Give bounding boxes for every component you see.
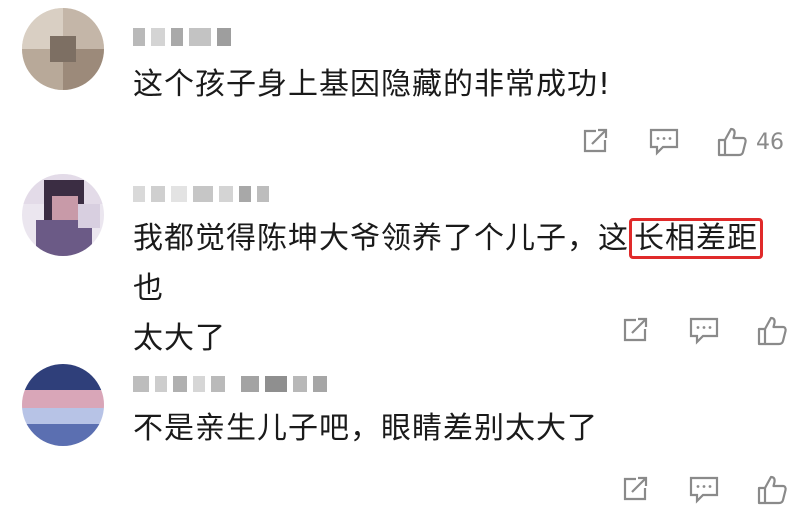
highlighted-phrase: 长相差距: [629, 218, 763, 259]
comment-item: 不是亲生儿子吧，眼睛差别太大了: [0, 356, 800, 509]
reply-button[interactable]: [688, 315, 720, 345]
comment-icon: [648, 126, 680, 156]
comment-icon: [688, 315, 720, 345]
like-button[interactable]: [756, 474, 788, 506]
username[interactable]: [133, 28, 253, 50]
comment-text-segment: 我都觉得陈坤大爷领养了个儿子，这: [133, 221, 629, 256]
like-button[interactable]: [756, 315, 788, 347]
comment-actions: [620, 315, 790, 349]
comment-text: 这个孩子身上基因隐藏的非常成功!: [133, 67, 612, 102]
comment-text-line: 我都觉得陈坤大爷领养了个儿子，这 长相差距也: [133, 214, 773, 314]
comment-text-segment: 也: [133, 271, 164, 306]
comment-actions: [620, 474, 790, 508]
avatar[interactable]: [22, 364, 104, 446]
avatar[interactable]: [22, 174, 104, 256]
comment-text: 不是亲生儿子吧，眼睛差别太大了: [133, 411, 598, 446]
share-button[interactable]: [620, 474, 650, 504]
comment-item: 这个孩子身上基因隐藏的非常成功! 46: [0, 0, 800, 170]
username[interactable]: [133, 186, 283, 208]
comment-icon: [688, 474, 720, 504]
comment-item: 我都觉得陈坤大爷领养了个儿子，这 长相差距也 太大了: [0, 170, 800, 356]
comment-feed: 这个孩子身上基因隐藏的非常成功! 46 我都觉得陈坤大爷领养了个儿子，这 长相差…: [0, 0, 800, 509]
like-count: 46: [756, 129, 784, 155]
comment-actions: 46: [580, 126, 790, 160]
share-icon: [620, 315, 650, 345]
reply-button[interactable]: [688, 474, 720, 504]
reply-button[interactable]: [648, 126, 680, 156]
thumbs-up-icon: [756, 474, 788, 506]
share-icon: [580, 126, 610, 156]
avatar[interactable]: [22, 8, 104, 90]
like-button[interactable]: 46: [716, 126, 784, 158]
username[interactable]: [133, 376, 353, 398]
share-button[interactable]: [620, 315, 650, 345]
share-button[interactable]: [580, 126, 610, 156]
share-icon: [620, 474, 650, 504]
thumbs-up-icon: [756, 315, 788, 347]
thumbs-up-icon: [716, 126, 748, 158]
